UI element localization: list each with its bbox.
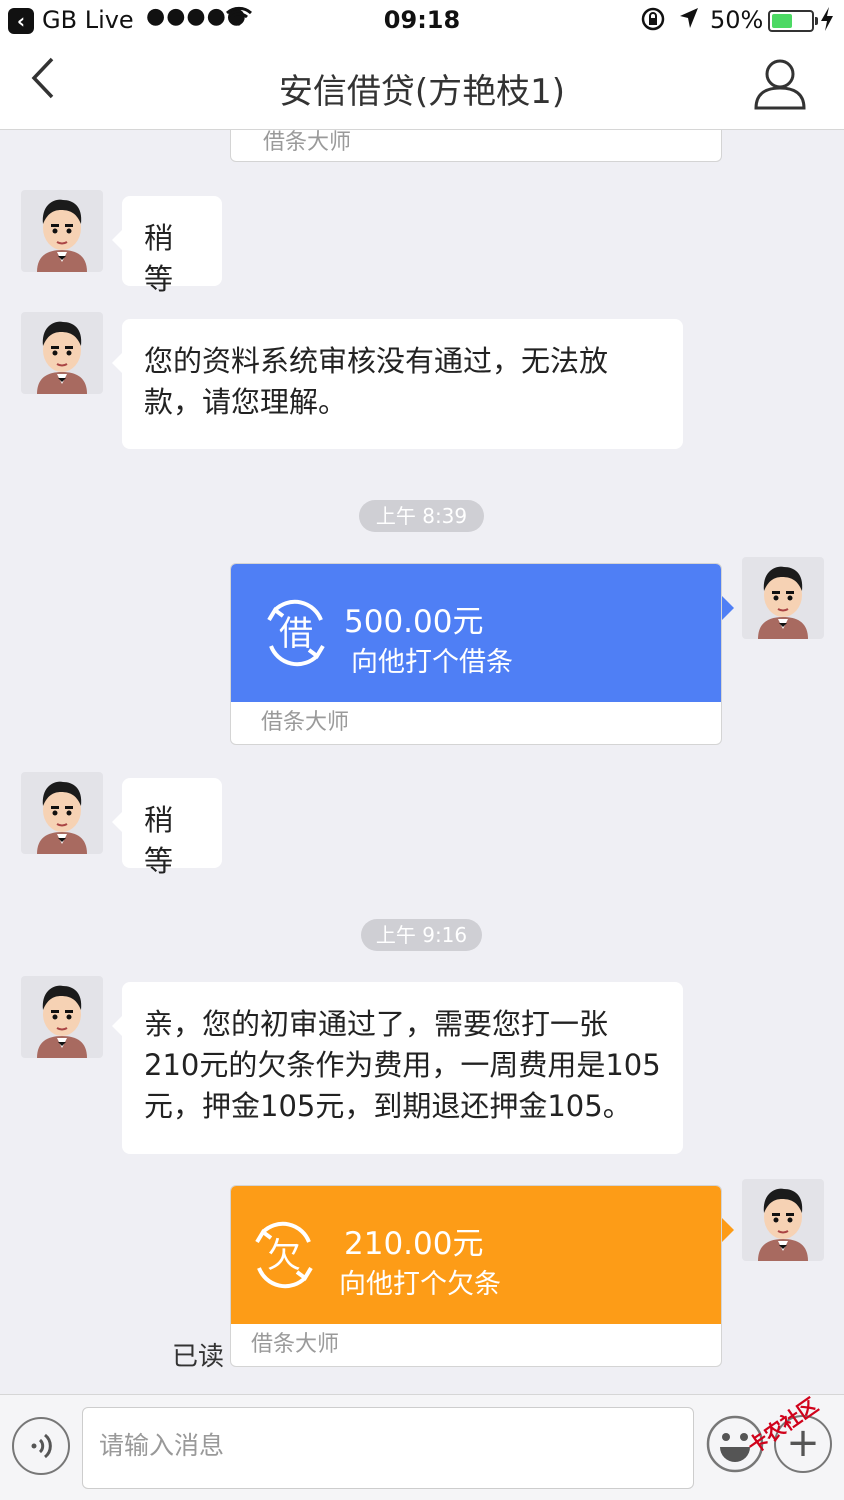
card-footer-label: 借条大师 [251, 1332, 340, 1357]
agent-avatar[interactable] [21, 312, 103, 394]
debt-card-icon: 欠 [249, 1220, 319, 1290]
card-footer-label: 借条大师 [261, 710, 350, 735]
chat-title: 安信借贷(方艳枝1) [278, 72, 566, 112]
bubble-tail [722, 596, 734, 620]
message-text: 亲，您的初审通过了，需要您打一张210元的欠条作为费用，一周费用是105元，押金… [144, 1007, 661, 1123]
card-footer-partial[interactable]: 借条大师 [230, 130, 722, 162]
chat-area[interactable]: 借条大师 稍等 您的资料系统审核没有通过，无法放款，请您理解。 上午 8:39 … [0, 130, 844, 1394]
svg-text:借: 借 [279, 614, 313, 654]
location-icon [678, 6, 700, 36]
bubble-tail [722, 1218, 734, 1242]
debt-subtitle: 向他打个欠条 [339, 1269, 501, 1300]
agent-avatar[interactable] [21, 190, 103, 272]
timestamp-pill: 上午 9:16 [361, 919, 482, 951]
timestamp-pill: 上午 8:39 [359, 500, 484, 532]
read-status: 已读 [172, 1342, 225, 1372]
rotation-lock-icon [640, 6, 666, 38]
loan-card-icon: 借 [261, 598, 331, 668]
message-bubble[interactable]: 稍等 [112, 778, 222, 878]
loan-subtitle: 向他打个借条 [351, 647, 513, 678]
agent-avatar[interactable] [21, 976, 103, 1058]
loan-card[interactable]: 借 500.00元 向他打个借条 借条大师 [230, 563, 722, 745]
svg-text:欠: 欠 [267, 1236, 301, 1276]
profile-icon[interactable] [752, 56, 808, 112]
user-avatar[interactable] [742, 557, 824, 639]
battery-percent: 50% [710, 6, 764, 34]
agent-avatar[interactable] [21, 772, 103, 854]
card-footer-label: 借条大师 [263, 130, 352, 155]
charging-icon [820, 6, 834, 38]
user-avatar[interactable] [742, 1179, 824, 1261]
message-bubble[interactable]: 亲，您的初审通过了，需要您打一张210元的欠条作为费用，一周费用是105元，押金… [112, 982, 683, 1154]
input-bar: 请输入消息 + [0, 1394, 844, 1500]
nav-bar: 安信借贷(方艳枝1) [0, 42, 844, 130]
message-input[interactable]: 请输入消息 [82, 1407, 694, 1489]
message-text: 稍等 [144, 221, 174, 296]
loan-amount: 500.00元 [344, 604, 484, 640]
debt-card[interactable]: 欠 210.00元 向他打个欠条 借条大师 [230, 1185, 722, 1367]
debt-amount: 210.00元 [344, 1226, 484, 1262]
voice-input-button[interactable] [12, 1417, 70, 1475]
message-bubble[interactable]: 您的资料系统审核没有通过，无法放款，请您理解。 [112, 319, 683, 449]
message-text: 您的资料系统审核没有通过，无法放款，请您理解。 [144, 344, 609, 419]
message-bubble[interactable]: 稍等 [112, 196, 222, 296]
battery-icon [768, 10, 818, 32]
message-text: 稍等 [144, 803, 174, 878]
status-bar: ‹ GB Live ●●●●● 09:18 50% [0, 0, 844, 42]
